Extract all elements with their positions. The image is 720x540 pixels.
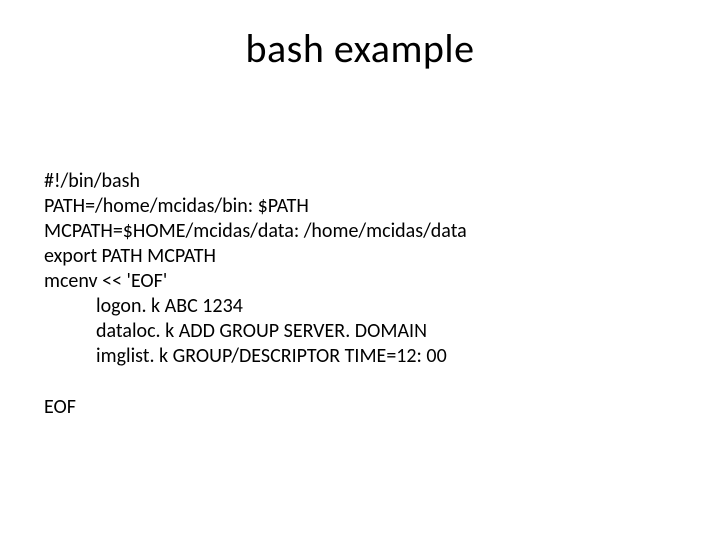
page-title: bash example (0, 24, 720, 73)
code-line-indented: logon. k ABC 1234 (44, 294, 467, 319)
code-line: PATH=/home/mcidas/bin: $PATH (44, 194, 467, 219)
blank-line (44, 369, 467, 395)
slide: bash example #!/bin/bash PATH=/home/mcid… (0, 24, 720, 540)
code-line: EOF (44, 395, 467, 420)
code-line: mcenv << 'EOF' (44, 269, 467, 294)
code-line-indented: dataloc. k ADD GROUP SERVER. DOMAIN (44, 319, 467, 344)
code-block: #!/bin/bash PATH=/home/mcidas/bin: $PATH… (44, 169, 467, 420)
code-line: #!/bin/bash (44, 169, 467, 194)
code-line: MCPATH=$HOME/mcidas/data: /home/mcidas/d… (44, 219, 467, 244)
code-line-indented: imglist. k GROUP/DESCRIPTOR TIME=12: 00 (44, 344, 467, 369)
code-line: export PATH MCPATH (44, 244, 467, 269)
